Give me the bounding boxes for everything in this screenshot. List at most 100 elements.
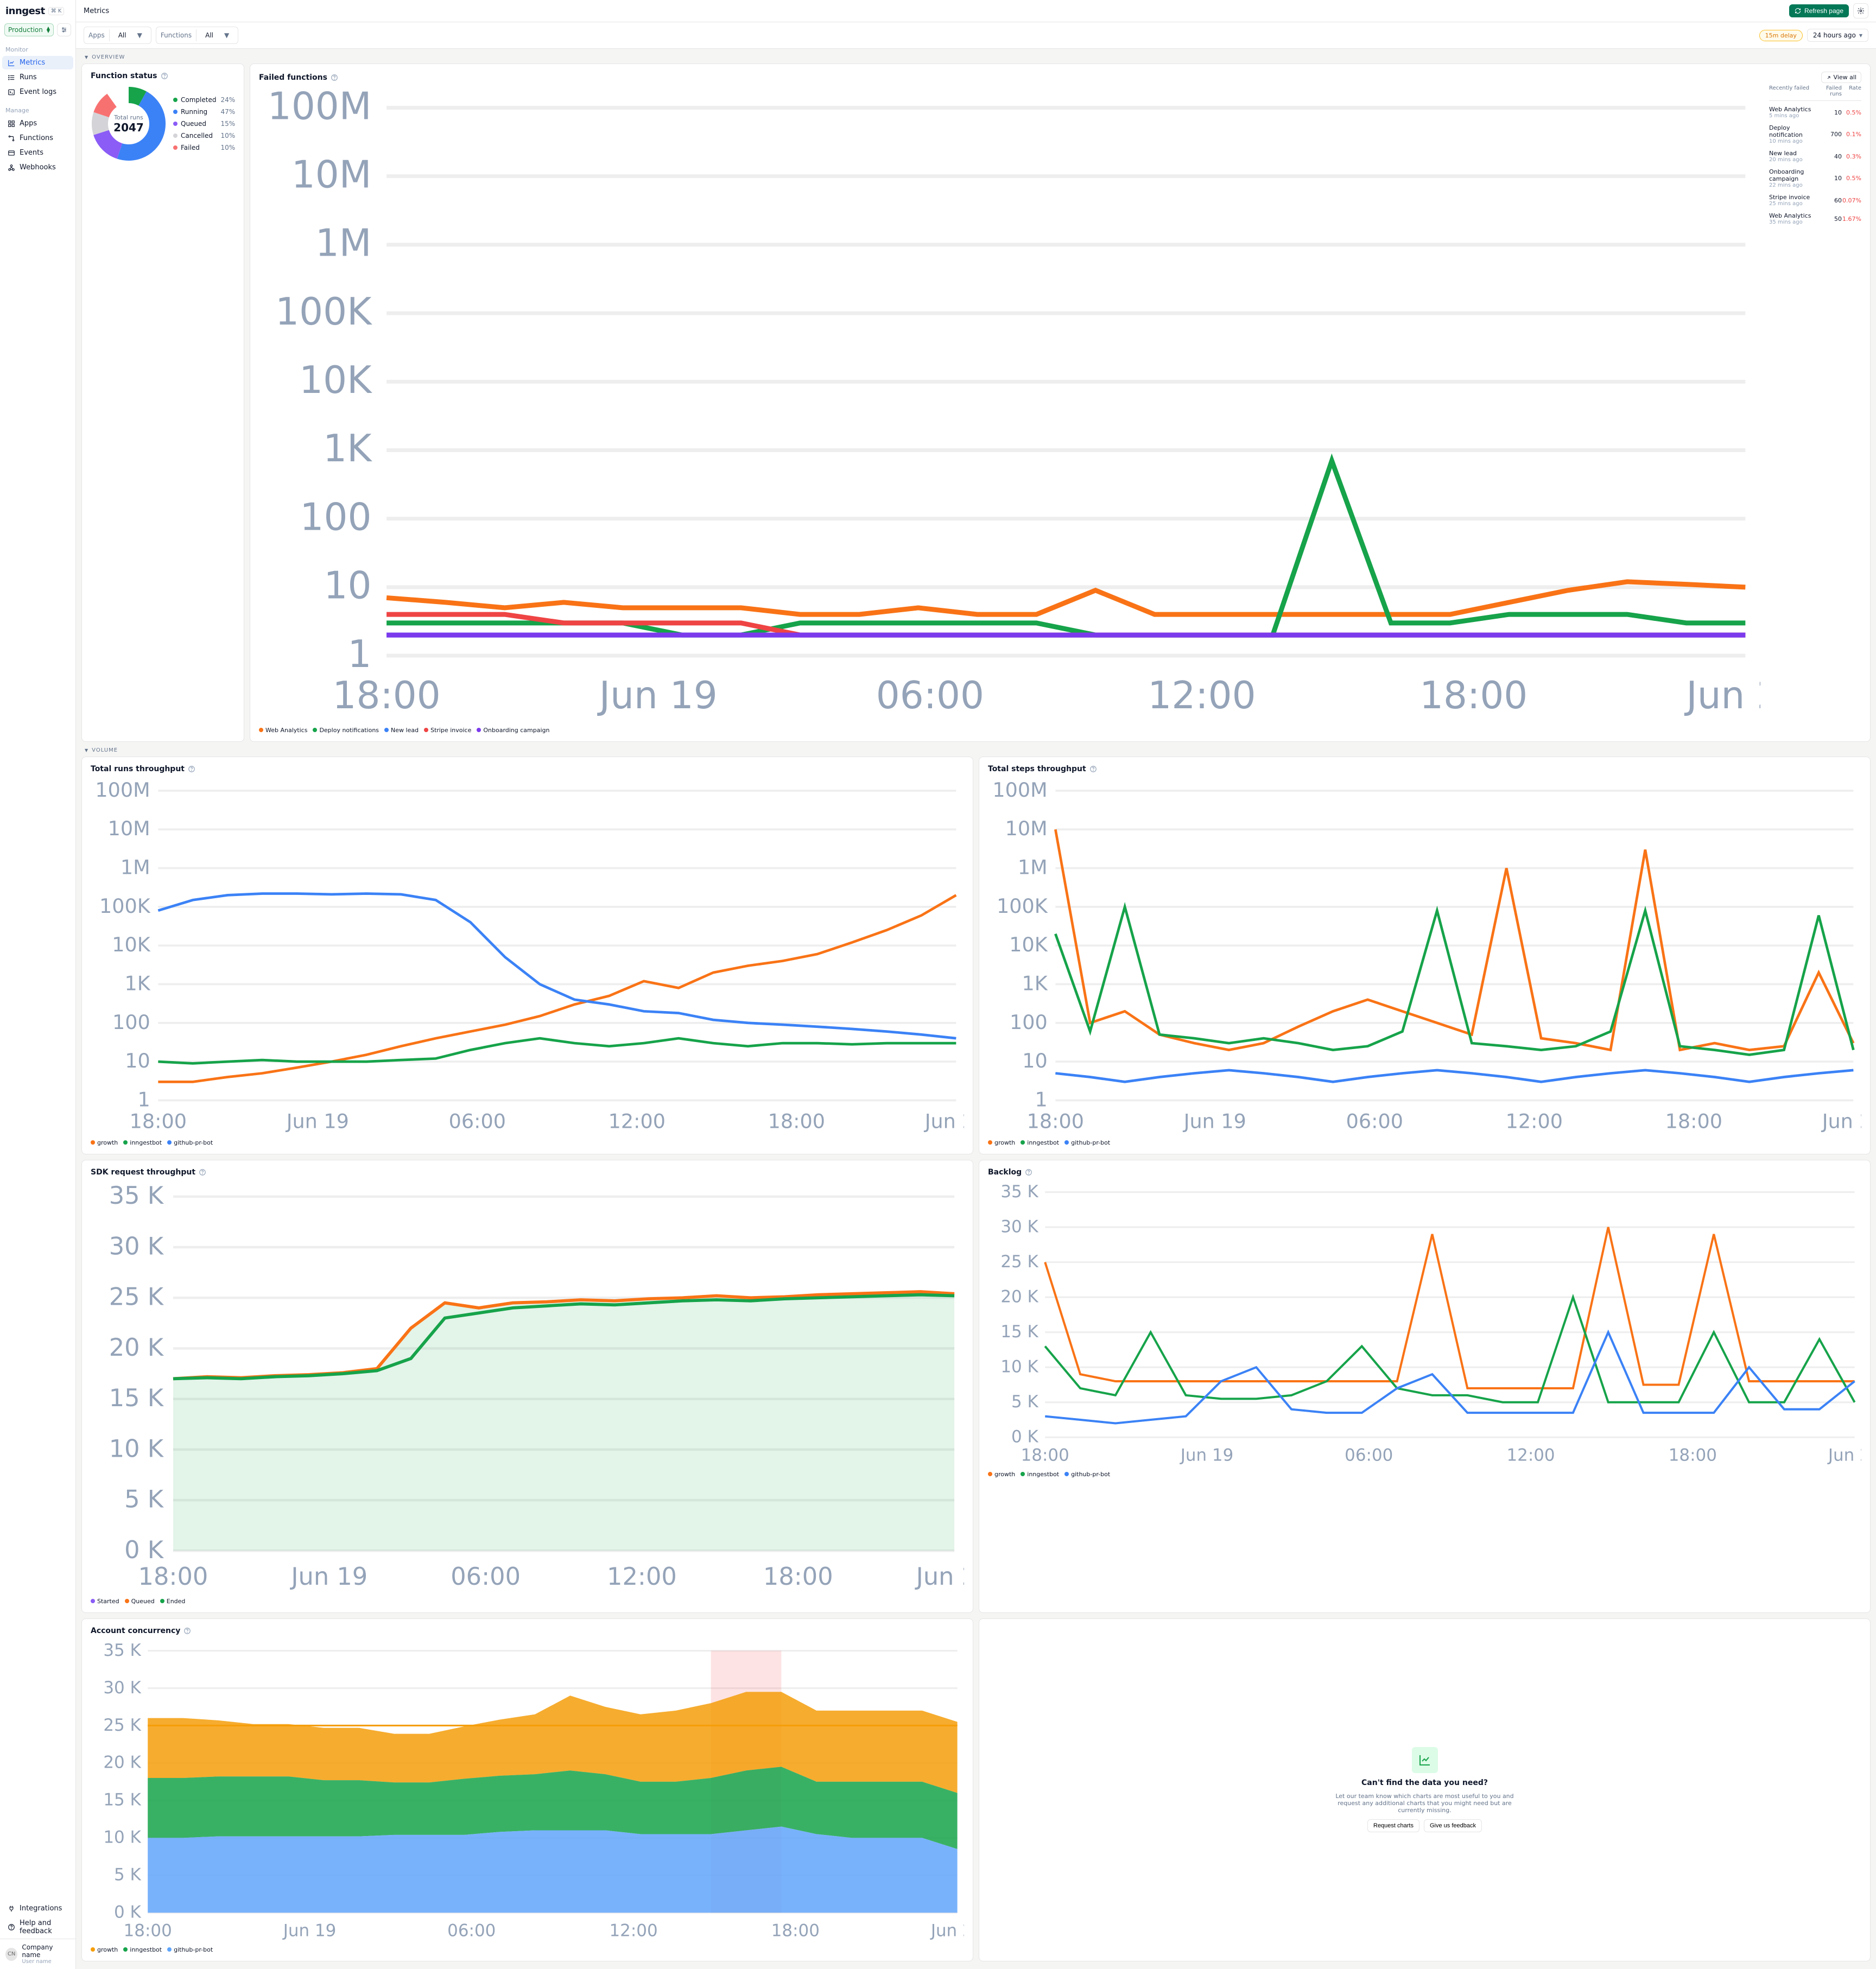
nav-section-manage: Manage [0, 99, 75, 116]
svg-text:Jun 19: Jun 19 [1183, 1109, 1246, 1133]
svg-text:10M: 10M [108, 817, 150, 840]
legend: StartedQueuedEnded [91, 1598, 964, 1605]
grid-icon [8, 120, 15, 128]
terminal-icon [8, 88, 15, 96]
svg-text:10: 10 [125, 1049, 150, 1072]
svg-text:Jun 20: Jun 20 [1827, 1445, 1861, 1465]
nav-webhooks[interactable]: Webhooks [2, 161, 73, 174]
svg-text:1: 1 [1035, 1088, 1047, 1111]
collapse-icon: ▼ [85, 55, 88, 60]
help-icon[interactable] [188, 765, 195, 773]
svg-text:20 K: 20 K [103, 1752, 141, 1772]
nav-metrics[interactable]: Metrics [2, 56, 73, 69]
legend: growthinngestbotgithub-pr-bot [988, 1139, 1861, 1146]
help-icon[interactable] [161, 72, 168, 80]
svg-text:100M: 100M [992, 779, 1047, 802]
svg-text:12:00: 12:00 [609, 1921, 657, 1940]
svg-text:12:00: 12:00 [607, 1563, 677, 1591]
table-row[interactable]: Deploy notification10 mins ago7000.1% [1769, 122, 1861, 147]
svg-text:15 K: 15 K [109, 1384, 164, 1412]
svg-text:10K: 10K [112, 933, 151, 956]
collapse-icon: ▼ [85, 748, 88, 753]
nav-apps[interactable]: Apps [2, 117, 73, 130]
svg-text:18:00: 18:00 [768, 1109, 825, 1133]
nav-integrations[interactable]: Integrations [2, 1902, 73, 1915]
svg-text:Jun 19: Jun 19 [597, 674, 718, 717]
help-icon[interactable] [1025, 1168, 1032, 1176]
svg-text:Jun 20: Jun 20 [915, 1563, 964, 1591]
svg-text:1M: 1M [1018, 855, 1048, 879]
svg-text:06:00: 06:00 [447, 1921, 496, 1940]
svg-text:Jun 20: Jun 20 [924, 1109, 964, 1133]
settings-button[interactable] [1853, 3, 1868, 18]
svg-text:10 K: 10 K [109, 1434, 164, 1463]
nav-runs[interactable]: Runs [2, 71, 73, 84]
svg-text:18:00: 18:00 [771, 1921, 820, 1940]
request-charts-button[interactable]: Request charts [1367, 1819, 1419, 1832]
svg-text:12:00: 12:00 [1506, 1445, 1555, 1465]
svg-text:Jun 19: Jun 19 [289, 1563, 367, 1591]
nav-label-event-logs: Event logs [20, 88, 56, 96]
account-switcher[interactable]: CN Company name User name [0, 1939, 75, 1969]
nav-event-logs[interactable]: Event logs [2, 85, 73, 99]
help-icon[interactable] [183, 1627, 191, 1635]
page-title: Metrics [84, 7, 109, 15]
svg-text:30 K: 30 K [1000, 1217, 1038, 1236]
help-icon[interactable] [331, 74, 338, 81]
legend: growthinngestbotgithub-pr-bot [988, 1471, 1861, 1478]
filter-settings-button[interactable] [57, 23, 71, 36]
svg-text:10M: 10M [1005, 817, 1048, 840]
svg-text:Jun 20: Jun 20 [1684, 674, 1760, 717]
nav-events[interactable]: Events [2, 146, 73, 160]
card-title-text: Failed functions [259, 73, 327, 82]
gear-icon [1857, 7, 1865, 15]
svg-text:15 K: 15 K [1000, 1322, 1038, 1342]
user-name: User name [22, 1959, 70, 1965]
svg-text:100K: 100K [275, 290, 372, 334]
nav-label-events: Events [20, 149, 43, 157]
sidebar: inngest ⌘ K Production ▲▼ Monitor Metric… [0, 0, 76, 1969]
table-row[interactable]: New lead20 mins ago400.3% [1769, 147, 1861, 166]
topbar: Metrics Refresh page [76, 0, 1876, 22]
webhook-icon [8, 164, 15, 172]
svg-text:10K: 10K [299, 359, 372, 402]
time-range-select[interactable]: 24 hours ago ▼ [1807, 29, 1868, 42]
account-concurrency-card: Account concurrency 35 K30 K25 K20 K15 K… [81, 1618, 973, 1961]
table-row[interactable]: Web Analytics35 mins ago501.67% [1769, 209, 1861, 228]
cta-body: Let our team know which charts are most … [1333, 1793, 1517, 1814]
svg-text:06:00: 06:00 [876, 674, 984, 717]
help-icon[interactable] [1089, 765, 1097, 773]
svg-text:18:00: 18:00 [124, 1921, 172, 1940]
svg-text:12:00: 12:00 [609, 1109, 666, 1133]
chevron-down-icon: ▼ [220, 29, 233, 41]
events-icon [8, 149, 15, 157]
svg-text:100M: 100M [268, 85, 372, 128]
section-overview[interactable]: ▼ OVERVIEW [81, 49, 1871, 63]
filter-functions[interactable]: Functions All▼ [156, 27, 238, 44]
give-feedback-button[interactable]: Give us feedback [1424, 1819, 1482, 1832]
svg-text:18:00: 18:00 [1021, 1445, 1069, 1465]
nav-help[interactable]: Help and feedback [2, 1916, 73, 1938]
refresh-button[interactable]: Refresh page [1789, 4, 1849, 17]
table-row[interactable]: Web Analytics5 mins ago100.5% [1769, 103, 1861, 122]
svg-text:06:00: 06:00 [1346, 1109, 1403, 1133]
command-palette-shortcut[interactable]: ⌘ K [48, 7, 65, 15]
svg-text:15 K: 15 K [103, 1790, 141, 1809]
section-volume[interactable]: ▼ VOLUME [81, 742, 1871, 757]
svg-text:Jun 20: Jun 20 [1821, 1109, 1861, 1133]
svg-text:100K: 100K [99, 894, 151, 917]
filter-apps[interactable]: Apps All▼ [84, 27, 151, 44]
svg-text:18:00: 18:00 [333, 674, 441, 717]
svg-text:35 K: 35 K [103, 1641, 141, 1660]
table-row[interactable]: Stripe invoice25 mins ago600.07% [1769, 191, 1861, 209]
table-row[interactable]: Onboarding campaign22 mins ago100.5% [1769, 166, 1861, 191]
nav-label-functions: Functions [20, 134, 53, 142]
total-steps-throughput-card: Total steps throughput 100M10M1M100K10K1… [979, 757, 1871, 1154]
svg-text:18:00: 18:00 [1665, 1109, 1722, 1133]
donut-center-value: 2047 [113, 121, 144, 134]
environment-select[interactable]: Production ▲▼ [4, 23, 54, 36]
view-all-button[interactable]: View all [1821, 72, 1861, 83]
help-icon [8, 1923, 15, 1931]
nav-functions[interactable]: Functions [2, 131, 73, 145]
help-icon[interactable] [199, 1168, 206, 1176]
